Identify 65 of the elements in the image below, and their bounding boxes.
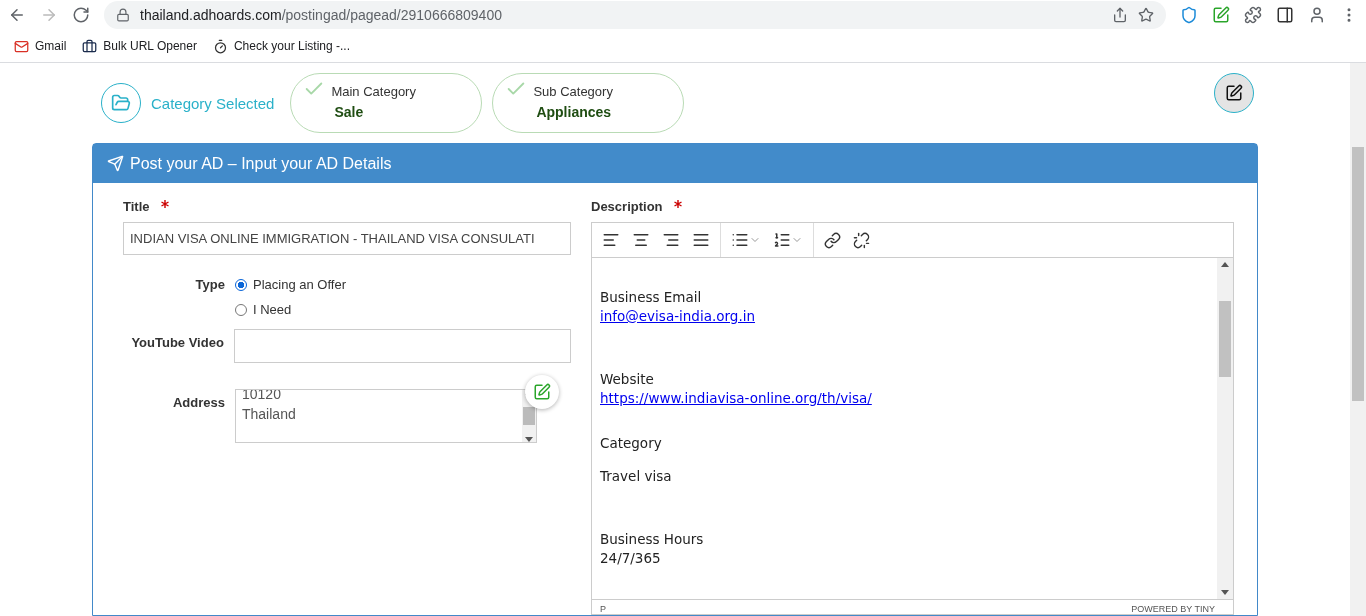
rich-text-editor[interactable]: Business Email info@evisa-india.org.in Website https://www.indiavisa-online.org/th/visa/ Category Travel visa Business Hours 24/7/365 P POWERED BY TINY [591,222,1234,615]
url-host: thailand.adhoards.com [140,7,282,23]
youtube-field[interactable] [233,329,571,363]
description-text: 24/7/365 [600,549,662,568]
side-panel-icon[interactable] [1276,6,1294,24]
description-text: Website [600,370,655,389]
edit-button[interactable] [1214,73,1254,113]
scrollbar-thumb[interactable] [523,407,535,425]
numbered-list-icon [773,231,791,249]
paper-plane-icon [107,155,124,172]
description-text: Category [600,434,663,453]
element-path: P [600,604,606,614]
star-icon[interactable] [1138,7,1154,23]
bookmark[interactable]: Gmail [14,38,67,54]
align-right-button[interactable] [662,231,680,249]
bookmark[interactable]: Bulk URL Opener [82,38,197,54]
field-label: YouTube Video [130,334,224,352]
extension-button[interactable] [525,375,559,409]
puzzle-icon[interactable] [1244,6,1262,24]
field-label: Address [171,394,225,412]
align-center-button[interactable] [632,231,650,249]
link-button[interactable] [824,231,841,249]
briefcase-icon [82,38,98,54]
lock-icon [116,8,130,22]
field-label: Description [591,199,663,214]
bullet-list-button[interactable] [731,231,761,249]
description-text: Travel visa [600,467,673,486]
panel-title: Post your AD – Input your AD Details [130,154,392,173]
edit-icon [533,383,551,401]
radio-option[interactable]: I Need [235,302,346,317]
title-field[interactable]: INDIAN VISA ONLINE IMMIGRATION - THAILAND VISA CONSULATI [123,222,571,255]
scrollbar-thumb[interactable] [1219,300,1231,377]
powered-by-text: POWERED BY TINY [1131,604,1215,614]
back-icon[interactable] [8,6,26,24]
field-label: Type [194,277,225,294]
scroll-up-icon[interactable] [1221,262,1229,267]
unlink-button[interactable] [853,231,870,249]
reload-icon[interactable] [72,6,90,24]
pill-caption: Sub Category [533,84,614,99]
align-left-button[interactable] [602,231,620,249]
description-text: Business Hours [600,530,705,549]
justify-button[interactable] [692,231,710,249]
address-bar[interactable]: thailand.adhoards.com/postingad/pagead/2910666809400 [104,1,1166,29]
bookmark[interactable]: Check your Listing -... [212,38,350,54]
url-path: /postingad/pagead/2910666809400 [281,7,502,23]
scroll-down-icon[interactable] [525,437,533,442]
scroll-down-icon[interactable] [1221,590,1229,595]
step-label: Category Selected [151,94,275,112]
mail-icon [14,38,29,54]
timer-icon [212,38,228,54]
scrollbar-thumb[interactable] [1352,147,1364,401]
pill-caption: Main Category [331,84,417,99]
radio-option[interactable]: Placing an Offer [235,277,346,292]
pill-value: Appliances [535,104,613,120]
field-label: Title [123,199,150,214]
share-icon[interactable] [1112,7,1128,23]
pill-value: Sale [333,104,365,120]
profile-icon[interactable] [1308,6,1326,24]
bullet-list-icon [731,231,749,249]
link[interactable]: https://www.indiavisa-online.org/th/visa/ [600,390,872,406]
numbered-list-button[interactable] [773,231,803,249]
edit-icon [1225,84,1243,102]
shield-icon[interactable] [1180,6,1198,24]
link[interactable]: info@evisa-india.org.in [600,308,755,324]
description-text: Business Email [600,288,703,307]
